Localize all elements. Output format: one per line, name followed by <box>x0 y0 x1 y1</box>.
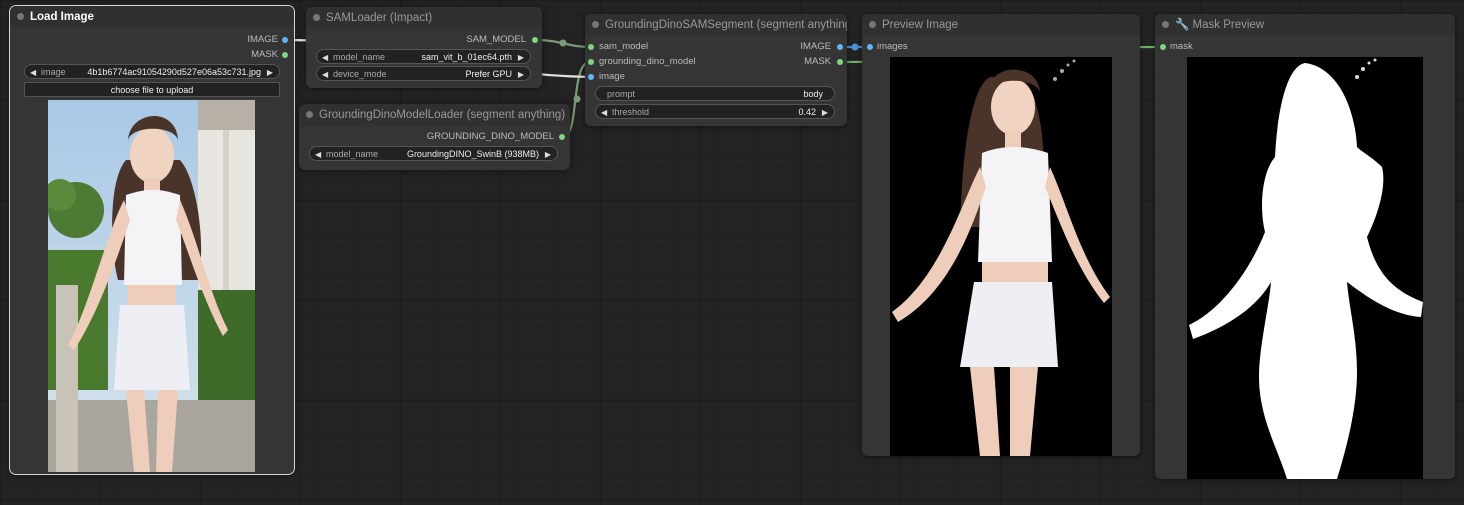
output-mask-dot-icon[interactable] <box>837 59 843 65</box>
mask-preview-title-bar[interactable]: 🔧 Mask Preview <box>1155 14 1455 36</box>
threshold-label: threshold <box>612 107 650 117</box>
model-name-label: model_name <box>333 52 386 62</box>
choose-file-button[interactable]: choose file to upload <box>24 82 280 97</box>
load-image-title: Load Image <box>30 11 94 23</box>
grounding-dino-loader-title-bar[interactable]: GroundingDinoModelLoader (segment anythi… <box>299 104 570 126</box>
output-sam-model-slot[interactable]: SAM_MODEL <box>466 33 526 47</box>
input-grounding-dino-model-label: grounding_dino_model <box>599 56 696 67</box>
output-grounding-dino-model-slot[interactable]: GROUNDING_DINO_MODEL <box>427 130 554 144</box>
combo-left-arrow-icon[interactable]: ◀ <box>30 65 36 80</box>
dino-model-name-combo[interactable]: ◀ model_name GroundingDINO_SwinB (938MB)… <box>309 146 558 161</box>
preview-image-title-bar[interactable]: Preview Image <box>862 14 1140 36</box>
increment-arrow-icon[interactable]: ▶ <box>822 105 828 120</box>
output-image-slot[interactable]: IMAGE <box>247 33 278 47</box>
output-mask-slot[interactable]: MASK <box>251 48 278 62</box>
grounding-dino-sam-segment-title-bar[interactable]: GroundingDinoSAMSegment (segment anythin… <box>585 14 847 36</box>
sam-loader-title: SAMLoader (Impact) <box>326 12 433 24</box>
input-mask-dot-icon[interactable] <box>1160 44 1166 50</box>
collapse-dot-icon[interactable] <box>313 14 320 21</box>
grounding-dino-loader-node[interactable]: GroundingDinoModelLoader (segment anythi… <box>299 104 570 170</box>
input-images-slot[interactable]: images <box>877 40 908 54</box>
output-image-label: IMAGE <box>247 34 278 45</box>
input-sam-model-label: sam_model <box>599 41 649 52</box>
device-mode-combo[interactable]: ◀ device_mode Prefer GPU ▶ <box>316 66 531 81</box>
combo-right-arrow-icon[interactable]: ▶ <box>518 67 524 82</box>
input-grounding-dino-model-dot-icon[interactable] <box>588 59 594 65</box>
collapse-dot-icon[interactable] <box>1162 21 1169 28</box>
collapse-dot-icon[interactable] <box>17 13 24 20</box>
mask-image-preview <box>1187 57 1423 479</box>
grounding-dino-sam-segment-title: GroundingDinoSAMSegment (segment anythin… <box>605 19 847 31</box>
collapse-dot-icon[interactable] <box>592 21 599 28</box>
image-combo-value: 4b1b6774ac91054290d527e06a53c731.jpg <box>87 67 261 77</box>
sam-loader-node[interactable]: SAMLoader (Impact) SAM_MODEL ◀ model_nam… <box>306 7 542 88</box>
device-mode-label: device_mode <box>333 69 387 79</box>
wrench-icon: 🔧 <box>1175 19 1190 31</box>
grounding-dino-loader-title: GroundingDinoModelLoader (segment anythi… <box>319 109 566 121</box>
output-image-label: IMAGE <box>800 41 831 52</box>
output-mask-label: MASK <box>804 56 831 67</box>
input-mask-label: mask <box>1170 41 1193 52</box>
segmented-image-preview <box>890 57 1112 456</box>
input-sam-model-dot-icon[interactable] <box>588 44 594 50</box>
combo-left-arrow-icon[interactable]: ◀ <box>315 147 321 162</box>
prompt-label: prompt <box>607 89 636 99</box>
output-mask-slot[interactable]: MASK <box>804 55 831 69</box>
device-mode-value: Prefer GPU <box>465 69 512 79</box>
input-sam-model-slot[interactable]: sam_model <box>599 40 648 54</box>
collapse-dot-icon[interactable] <box>869 21 876 28</box>
image-combo-label: image <box>41 67 66 77</box>
collapse-dot-icon[interactable] <box>306 111 313 118</box>
input-grounding-dino-model-slot[interactable]: grounding_dino_model <box>599 55 696 69</box>
output-mask-label: MASK <box>251 49 278 60</box>
load-image-title-bar[interactable]: Load Image <box>10 6 294 28</box>
input-image-dot-icon[interactable] <box>588 74 594 80</box>
model-name-combo[interactable]: ◀ model_name sam_vit_b_01ec64.pth ▶ <box>316 49 531 64</box>
input-mask-slot[interactable]: mask <box>1170 40 1193 54</box>
preview-image-title: Preview Image <box>882 19 959 31</box>
mask-preview-title: Mask Preview <box>1192 19 1265 31</box>
combo-right-arrow-icon[interactable]: ▶ <box>545 147 551 162</box>
prompt-value: body <box>803 89 823 99</box>
decrement-arrow-icon[interactable]: ◀ <box>601 105 607 120</box>
dino-model-name-label: model_name <box>326 149 379 159</box>
output-grounding-dino-model-label: GROUNDING_DINO_MODEL <box>426 131 554 142</box>
grounding-dino-sam-segment-node[interactable]: GroundingDinoSAMSegment (segment anythin… <box>585 14 847 126</box>
output-sam-model-label: SAM_MODEL <box>466 34 526 45</box>
threshold-number-widget[interactable]: ◀ threshold 0.42 ▶ <box>595 104 835 119</box>
input-images-label: images <box>877 41 908 52</box>
load-image-node[interactable]: Load Image IMAGE MASK ◀ image 4b1b6774ac… <box>9 5 295 475</box>
model-name-value: sam_vit_b_01ec64.pth <box>421 52 512 62</box>
output-mask-dot-icon[interactable] <box>282 52 288 58</box>
sam-loader-title-bar[interactable]: SAMLoader (Impact) <box>306 7 542 29</box>
threshold-value: 0.42 <box>798 107 816 117</box>
mask-preview-node[interactable]: 🔧 Mask Preview mask <box>1155 14 1455 479</box>
input-image-label: image <box>599 71 625 82</box>
combo-left-arrow-icon[interactable]: ◀ <box>322 50 328 65</box>
loaded-image-preview <box>48 100 255 472</box>
output-sam-model-dot-icon[interactable] <box>532 37 538 43</box>
output-image-dot-icon[interactable] <box>282 37 288 43</box>
output-image-dot-icon[interactable] <box>837 44 843 50</box>
input-image-slot[interactable]: image <box>599 70 625 84</box>
combo-left-arrow-icon[interactable]: ◀ <box>322 67 328 82</box>
output-grounding-dino-model-dot-icon[interactable] <box>559 134 565 140</box>
combo-right-arrow-icon[interactable]: ▶ <box>518 50 524 65</box>
input-images-dot-icon[interactable] <box>867 44 873 50</box>
image-file-combo[interactable]: ◀ image 4b1b6774ac91054290d527e06a53c731… <box>24 64 280 79</box>
prompt-text-field[interactable]: prompt body <box>595 86 835 101</box>
combo-right-arrow-icon[interactable]: ▶ <box>267 65 273 80</box>
preview-image-node[interactable]: Preview Image images <box>862 14 1140 456</box>
output-image-slot[interactable]: IMAGE <box>800 40 831 54</box>
dino-model-name-value: GroundingDINO_SwinB (938MB) <box>406 149 539 159</box>
